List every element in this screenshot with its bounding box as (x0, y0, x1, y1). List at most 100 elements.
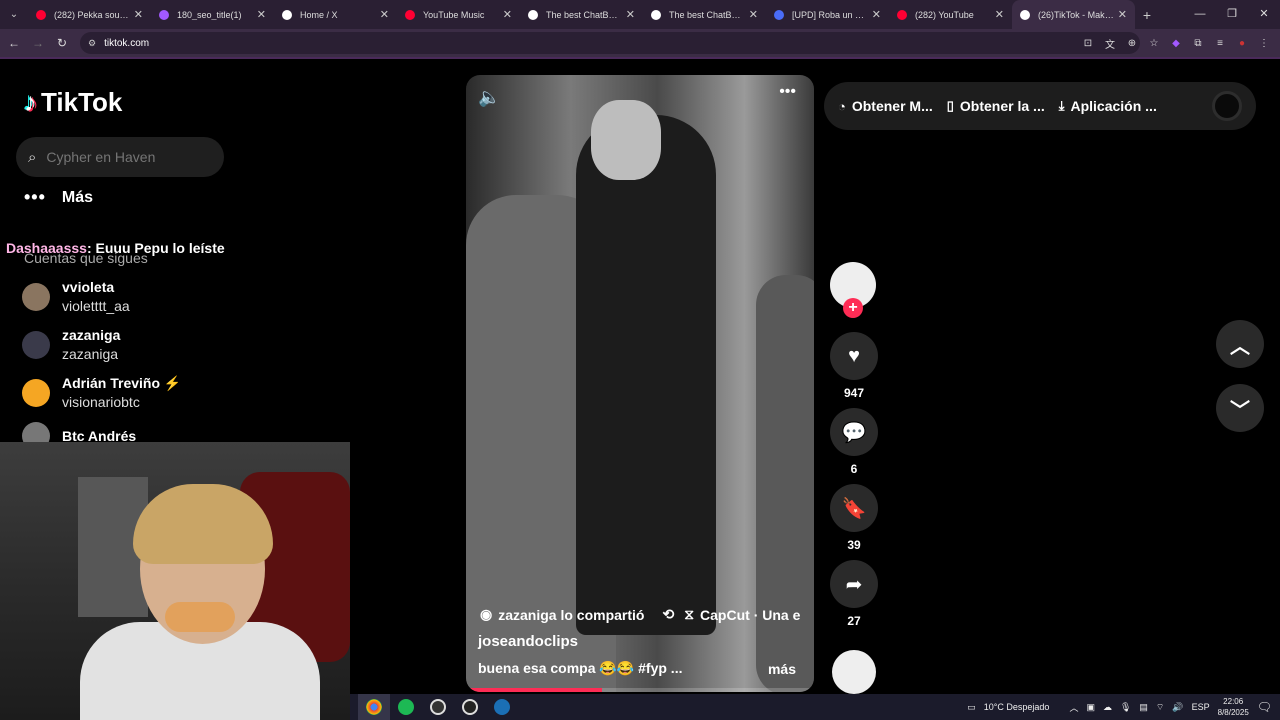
steam-icon (494, 699, 510, 715)
account-avatar (22, 283, 50, 311)
browser-tab[interactable]: YouTube Music ✕ (397, 0, 520, 29)
browser-tab[interactable]: (282) Pekka sounds - ✕ (28, 0, 151, 29)
shared-by-text[interactable]: zazaniga lo compartió (498, 607, 644, 623)
tab-close-icon[interactable]: ✕ (1118, 8, 1127, 21)
tab-close-icon[interactable]: ✕ (134, 8, 143, 21)
tiktok-logo[interactable]: ♪ TikTok (24, 87, 122, 118)
tab-favicon-icon (1020, 9, 1030, 20)
chevron-down-icon: ﹀ (1230, 399, 1250, 422)
follow-plus-icon[interactable]: + (843, 298, 863, 318)
extensions-puzzle-icon[interactable]: ⧉ (1190, 38, 1206, 49)
weather-text[interactable]: 10°C Despejado (984, 702, 1050, 712)
heart-icon: ♥ (848, 344, 860, 367)
install-app-icon[interactable]: ⊡ (1080, 38, 1096, 49)
browser-toolbar: ← → ↻ ⚙ tiktok.com ⊡ 文 ⊕ ☆ ◆ ⧉ ≡ ● ⋮ (0, 29, 1280, 57)
video-player[interactable]: 🔈 ••• ◉ zazaniga lo compartió ⟲ ⧖ CapCut… (466, 75, 814, 692)
close-window-button[interactable]: ✕ (1248, 0, 1280, 29)
account-display-name: zazaniga (62, 327, 121, 343)
wifi-icon[interactable]: ⌔ (1156, 702, 1164, 713)
maximize-button[interactable]: ❐ (1216, 0, 1248, 29)
tray-cloud-icon[interactable]: ☁ (1103, 702, 1112, 713)
tray-expand-icon[interactable]: ︿ (1069, 701, 1078, 714)
tab-search-button[interactable]: ⌄ (0, 0, 28, 29)
zoom-icon[interactable]: ⊕ (1124, 38, 1140, 49)
next-video-button[interactable]: ﹀ (1216, 384, 1264, 432)
download-app-button[interactable]: ⤓ Aplicación ... (1059, 98, 1157, 114)
reading-list-icon[interactable]: ≡ (1212, 38, 1228, 49)
spotify-icon (398, 699, 414, 715)
browser-tab[interactable]: (282) YouTube ✕ (889, 0, 1012, 29)
following-account[interactable]: zazaniga zazaniga (22, 326, 120, 364)
stream-chat-message: Dashaaasss: Euuu Pepu lo leíste (6, 240, 225, 256)
site-info-icon[interactable]: ⚙ (88, 38, 96, 49)
search-input[interactable] (46, 149, 197, 165)
comment-button[interactable]: 💬 (830, 408, 878, 456)
clock[interactable]: 22:06 8/8/2025 (1218, 696, 1249, 718)
microphone-icon[interactable]: 🎙 (1120, 702, 1131, 713)
next-creator-avatar[interactable] (832, 650, 876, 694)
search-box[interactable]: ⌕ (16, 137, 224, 177)
following-account[interactable]: vvioleta violetttt_aa (22, 278, 130, 316)
capcut-link[interactable]: CapCut · Una e (700, 607, 800, 623)
minimize-button[interactable]: — (1184, 0, 1216, 29)
video-author[interactable]: joseandoclips (478, 633, 578, 650)
tab-close-icon[interactable]: ✕ (626, 8, 635, 21)
tab-close-icon[interactable]: ✕ (257, 8, 266, 21)
browser-tab[interactable]: 180_seo_title(1) ✕ (151, 0, 274, 29)
chevron-up-icon: ︿ (1230, 335, 1250, 358)
share-button[interactable]: ➦ (830, 560, 878, 608)
extension-icon[interactable]: ◆ (1168, 38, 1184, 49)
taskbar-spotify[interactable] (390, 694, 422, 720)
obs-icon (430, 699, 446, 715)
save-button[interactable]: 🔖 (830, 484, 878, 532)
volume-icon[interactable]: 🔈 (478, 87, 500, 108)
get-coins-button[interactable]: ◔ Obtener M... (838, 98, 933, 114)
browser-tab[interactable]: Home / X ✕ (274, 0, 397, 29)
translate-icon[interactable]: 文 (1102, 36, 1118, 51)
tray-display-icon[interactable]: ▤ (1139, 702, 1148, 713)
browser-tab[interactable]: [UPD] Roba un Brainr ✕ (766, 0, 889, 29)
more-menu-item[interactable]: ••• Más (24, 187, 93, 208)
language-indicator[interactable]: ESP (1192, 702, 1210, 712)
reload-button[interactable]: ↻ (50, 36, 74, 50)
taskbar-steam[interactable] (486, 694, 518, 720)
video-actions: + ♥ 947 💬 6 🔖 39 ➦ 27 (830, 262, 878, 630)
bookmark-star-icon[interactable]: ☆ (1146, 38, 1162, 49)
like-button[interactable]: ♥ (830, 332, 878, 380)
video-options-icon[interactable]: ••• (779, 83, 796, 101)
taskbar-media[interactable] (454, 694, 486, 720)
phone-icon: ▯ (946, 98, 954, 113)
new-tab-button[interactable]: + (1135, 7, 1159, 23)
profile-avatar[interactable]: ● (1234, 38, 1250, 49)
browser-tab[interactable]: The best ChatBot an ✕ (520, 0, 643, 29)
tab-close-icon[interactable]: ✕ (872, 8, 881, 21)
browser-menu-icon[interactable]: ⋮ (1256, 38, 1272, 49)
previous-video-button[interactable]: ︿ (1216, 320, 1264, 368)
tab-favicon-icon (159, 9, 169, 20)
browser-tab[interactable]: The best ChatBot an ✕ (643, 0, 766, 29)
chrome-icon (366, 699, 382, 715)
coin-icon: ◔ (838, 98, 846, 114)
forward-button[interactable]: → (26, 36, 50, 50)
browser-tab[interactable]: (26)TikTok - Make Yo ✕ (1012, 0, 1135, 29)
taskbar-obs[interactable] (422, 694, 454, 720)
tab-close-icon[interactable]: ✕ (749, 8, 758, 21)
description-more-button[interactable]: más (768, 661, 796, 677)
tab-close-icon[interactable]: ✕ (380, 8, 389, 21)
taskbar-chrome[interactable] (358, 694, 390, 720)
tiktok-note-icon: ♪ (24, 87, 37, 117)
browser-tab-strip: ⌄ (282) Pekka sounds - ✕ 180_seo_title(1) ✕… (0, 0, 1280, 29)
creator-avatar[interactable]: + (830, 262, 876, 318)
following-account[interactable]: Adrián Treviño ⚡ visionariobtc (22, 374, 181, 412)
address-bar[interactable]: ⚙ tiktok.com (80, 32, 1140, 54)
get-app-button[interactable]: ▯ Obtener la ... (947, 98, 1045, 114)
media-player-icon (462, 699, 478, 715)
tab-close-icon[interactable]: ✕ (503, 8, 512, 21)
back-button[interactable]: ← (2, 36, 26, 50)
video-progress-bar[interactable] (466, 688, 814, 692)
tab-close-icon[interactable]: ✕ (995, 8, 1004, 21)
volume-tray-icon[interactable]: 🔊 (1172, 702, 1183, 713)
notifications-icon[interactable]: 🗨 (1257, 700, 1272, 714)
user-profile-avatar[interactable] (1212, 91, 1242, 121)
tray-app-icon[interactable]: ▣ (1086, 702, 1095, 713)
